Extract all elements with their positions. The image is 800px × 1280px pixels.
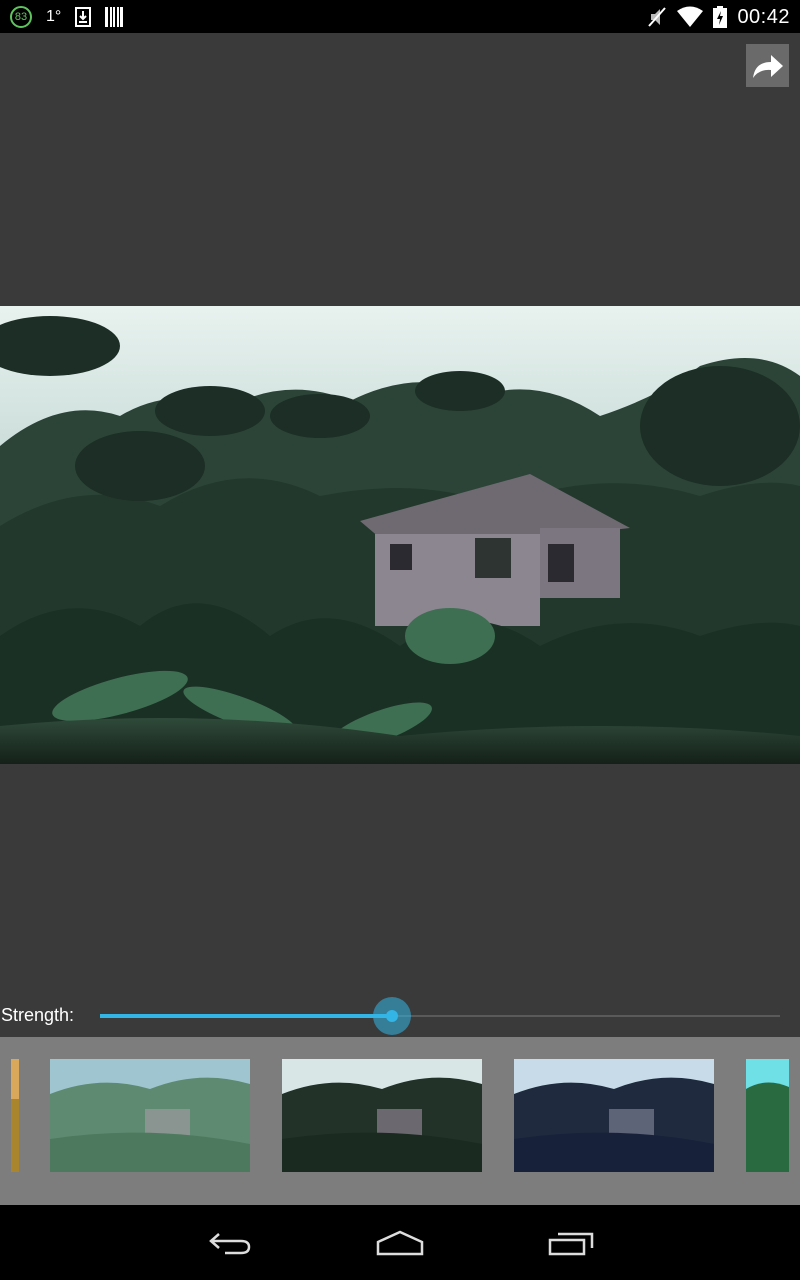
share-button[interactable] bbox=[746, 44, 789, 87]
recents-icon bbox=[548, 1232, 594, 1256]
slider-fill bbox=[100, 1014, 393, 1018]
strength-label: Strength: bbox=[1, 1005, 75, 1025]
filter-thumbnail-partial-right[interactable] bbox=[746, 1059, 789, 1172]
battery-circle-icon: 83 bbox=[10, 6, 32, 28]
navigation-bar bbox=[0, 1205, 800, 1280]
filter-strip[interactable] bbox=[0, 1037, 800, 1205]
wifi-icon bbox=[677, 6, 704, 28]
back-icon bbox=[209, 1233, 251, 1255]
slider-thumb[interactable] bbox=[373, 997, 412, 1035]
strength-slider[interactable] bbox=[100, 996, 780, 1036]
filter-thumbnail-blue[interactable] bbox=[514, 1059, 714, 1172]
clock: 00:42 bbox=[737, 5, 790, 28]
filter-thumbnail-faded[interactable] bbox=[50, 1059, 250, 1172]
download-icon bbox=[75, 7, 92, 27]
mute-icon bbox=[647, 6, 667, 28]
temperature: 1° bbox=[46, 8, 62, 25]
battery-charging-icon bbox=[713, 6, 728, 28]
home-button[interactable] bbox=[370, 1227, 430, 1259]
photo-preview bbox=[0, 306, 800, 764]
barcode-icon bbox=[105, 7, 124, 27]
recents-button[interactable] bbox=[541, 1227, 601, 1259]
slider-thumb-dot bbox=[386, 1010, 399, 1022]
filter-thumbnail-dark[interactable] bbox=[282, 1059, 482, 1172]
home-icon bbox=[376, 1230, 424, 1256]
back-button[interactable] bbox=[200, 1227, 260, 1259]
status-bar: 83 1° 00:42 bbox=[0, 0, 800, 33]
filter-thumbnail-partial-left[interactable] bbox=[11, 1059, 19, 1172]
share-icon bbox=[752, 54, 783, 78]
battery-percent: 83 bbox=[14, 11, 28, 23]
